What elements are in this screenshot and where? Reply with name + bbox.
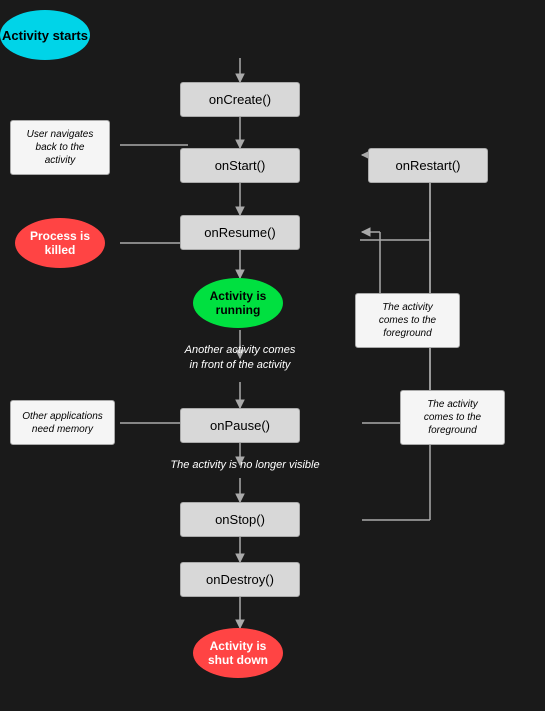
ondestroy-label: onDestroy() xyxy=(206,572,274,587)
another-activity-label: Another activity comes in front of the a… xyxy=(160,335,320,380)
onresume-node: onResume() xyxy=(180,215,300,250)
onresume-label: onResume() xyxy=(204,225,276,240)
other-apps-text: Other applications need memory xyxy=(22,410,103,436)
activity-starts-label: Activity starts xyxy=(2,28,88,43)
activity-foreground1-text: The activity comes to the foreground xyxy=(379,301,436,340)
oncreate-label: onCreate() xyxy=(209,92,271,107)
onrestart-node: onRestart() xyxy=(368,148,488,183)
lifecycle-diagram: Activity starts onCreate() User navigate… xyxy=(0,0,545,711)
other-apps-label: Other applications need memory xyxy=(10,400,115,445)
activity-foreground2-label: The activity comes to the foreground xyxy=(400,390,505,445)
another-activity-text: Another activity comes in front of the a… xyxy=(185,343,296,372)
onpause-label: onPause() xyxy=(210,418,270,433)
activity-foreground2-text: The activity comes to the foreground xyxy=(424,398,481,437)
onstop-node: onStop() xyxy=(180,502,300,537)
no-longer-visible-label: The activity is no longer visible xyxy=(145,454,345,476)
ondestroy-node: onDestroy() xyxy=(180,562,300,597)
activity-running-node: Activity is running xyxy=(193,278,283,328)
onstop-label: onStop() xyxy=(215,512,265,527)
user-navigates-text: User navigates back to the activity xyxy=(27,128,94,167)
onpause-node: onPause() xyxy=(180,408,300,443)
activity-shutdown-label: Activity is shut down xyxy=(208,639,268,667)
oncreate-node: onCreate() xyxy=(180,82,300,117)
activity-shutdown-node: Activity is shut down xyxy=(193,628,283,678)
process-killed-label: Process is killed xyxy=(30,229,90,257)
activity-starts-node: Activity starts xyxy=(0,10,90,60)
onrestart-label: onRestart() xyxy=(395,158,460,173)
onstart-label: onStart() xyxy=(215,158,266,173)
activity-foreground1-label: The activity comes to the foreground xyxy=(355,293,460,348)
user-navigates-label: User navigates back to the activity xyxy=(10,120,110,175)
activity-running-label: Activity is running xyxy=(210,289,267,317)
process-killed-node: Process is killed xyxy=(15,218,105,268)
no-longer-visible-text: The activity is no longer visible xyxy=(170,458,319,472)
onstart-node: onStart() xyxy=(180,148,300,183)
